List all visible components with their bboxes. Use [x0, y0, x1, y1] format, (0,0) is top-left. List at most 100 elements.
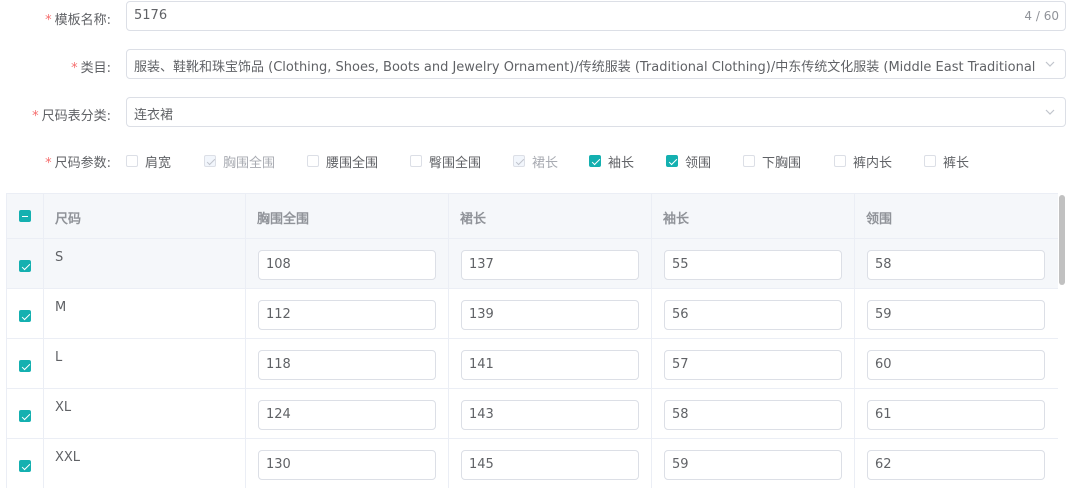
header-bust: 胸围全围	[246, 194, 449, 239]
checkbox[interactable]	[834, 155, 846, 167]
dress-length-input[interactable]: 139	[461, 300, 639, 330]
checkbox[interactable]	[743, 155, 755, 167]
checkbox[interactable]	[924, 155, 936, 167]
neck-input[interactable]: 58	[867, 250, 1045, 280]
neck-cell: 59	[855, 289, 1058, 339]
row-select-cell	[7, 389, 44, 439]
header-size: 尺码	[44, 194, 246, 239]
param-underbust[interactable]: 下胸围	[743, 151, 801, 171]
scrollbar-thumb[interactable]	[1059, 195, 1065, 285]
dress-length-cell: 145	[449, 439, 652, 488]
size-chart-type-label: * 尺码表分类:	[32, 109, 111, 124]
sleeve-length-input[interactable]: 59	[664, 450, 842, 480]
sleeve-length-input[interactable]: 56	[664, 300, 842, 330]
template-name-input[interactable]: 5176 4 / 60	[126, 1, 1066, 31]
dress-length-input[interactable]: 141	[461, 350, 639, 380]
checkbox[interactable]	[307, 155, 319, 167]
row-select-cell	[7, 289, 44, 339]
size-cell: XXL	[44, 439, 246, 488]
sleeve-length-input[interactable]: 58	[664, 400, 842, 430]
size-chart-type-row: * 尺码表分类: 连衣裙	[0, 97, 1071, 127]
bust-input[interactable]: 112	[258, 300, 436, 330]
bust-cell: 108	[246, 239, 449, 289]
dress-length-input[interactable]: 145	[461, 450, 639, 480]
row-checkbox[interactable]	[19, 410, 31, 422]
param-neck[interactable]: 领围	[666, 151, 711, 171]
neck-input[interactable]: 59	[867, 300, 1045, 330]
dress-length-cell: 141	[449, 339, 652, 389]
select-all-header	[7, 194, 44, 239]
table-row: XXL 130 145 59 62	[7, 439, 1058, 488]
neck-input[interactable]: 60	[867, 350, 1045, 380]
template-name-row: * 模板名称: 5176 4 / 60	[0, 1, 1071, 31]
param-inseam[interactable]: 裤内长	[834, 151, 892, 171]
bust-input[interactable]: 124	[258, 400, 436, 430]
row-checkbox[interactable]	[19, 310, 31, 322]
category-value: 服装、鞋靴和珠宝饰品 (Clothing, Shoes, Boots and J…	[134, 60, 1035, 75]
size-cell: S	[44, 239, 246, 289]
neck-input[interactable]: 61	[867, 400, 1045, 430]
checkbox	[204, 155, 216, 167]
row-select-cell	[7, 239, 44, 289]
category-row: * 类目: 服装、鞋靴和珠宝饰品 (Clothing, Shoes, Boots …	[0, 49, 1071, 79]
size-params-label: * 尺码参数:	[45, 156, 111, 171]
category-label: * 类目:	[71, 61, 111, 76]
table-header: 尺码 胸围全围 裙长 袖长 领围	[7, 194, 1058, 239]
param-dress-length: 裙长	[513, 151, 558, 171]
header-dress-length: 裙长	[449, 194, 652, 239]
dress-length-cell: 137	[449, 239, 652, 289]
row-select-cell	[7, 339, 44, 389]
dress-length-input[interactable]: 137	[461, 250, 639, 280]
bust-cell: 130	[246, 439, 449, 488]
sleeve-length-cell: 57	[652, 339, 855, 389]
table-row: XL 124 143 58 61	[7, 389, 1058, 439]
table-row: L 118 141 57 60	[7, 339, 1058, 389]
row-checkbox[interactable]	[19, 360, 31, 372]
char-count: 4 / 60	[1024, 9, 1059, 23]
table-row: M 112 139 56 59	[7, 289, 1058, 339]
checkbox[interactable]	[666, 155, 678, 167]
size-chart-type-value: 连衣裙	[134, 108, 174, 123]
chevron-down-icon	[1045, 109, 1055, 115]
sleeve-length-input[interactable]: 57	[664, 350, 842, 380]
row-checkbox[interactable]	[19, 260, 31, 272]
size-cell: M	[44, 289, 246, 339]
category-select[interactable]: 服装、鞋靴和珠宝饰品 (Clothing, Shoes, Boots and J…	[126, 49, 1066, 79]
param-sleeve-length[interactable]: 袖长	[589, 151, 634, 171]
bust-input[interactable]: 108	[258, 250, 436, 280]
param-bust: 胸围全围	[204, 151, 275, 171]
size-cell: XL	[44, 389, 246, 439]
sleeve-length-cell: 55	[652, 239, 855, 289]
dress-length-cell: 143	[449, 389, 652, 439]
param-pants-length[interactable]: 裤长	[924, 151, 969, 171]
neck-input[interactable]: 62	[867, 450, 1045, 480]
param-shoulder-width[interactable]: 肩宽	[126, 151, 171, 171]
select-all-checkbox[interactable]	[19, 210, 31, 222]
dress-length-input[interactable]: 143	[461, 400, 639, 430]
checkbox[interactable]	[126, 155, 138, 167]
sleeve-length-input[interactable]: 55	[664, 250, 842, 280]
checkbox[interactable]	[589, 155, 601, 167]
checkbox[interactable]	[410, 155, 422, 167]
neck-cell: 58	[855, 239, 1058, 289]
neck-cell: 61	[855, 389, 1058, 439]
row-checkbox[interactable]	[19, 460, 31, 472]
size-chart-type-select[interactable]: 连衣裙	[126, 97, 1066, 127]
table-scrollbar[interactable]	[1058, 193, 1067, 488]
size-cell: L	[44, 339, 246, 389]
header-neck: 领围	[866, 212, 893, 227]
header-sleeve-length: 袖长	[652, 194, 855, 239]
row-select-cell	[7, 439, 44, 488]
sleeve-length-cell: 58	[652, 389, 855, 439]
sleeve-length-cell: 56	[652, 289, 855, 339]
param-hip[interactable]: 臀围全围	[410, 151, 481, 171]
template-name-value: 5176	[134, 8, 168, 23]
bust-cell: 124	[246, 389, 449, 439]
neck-cell: 60	[855, 339, 1058, 389]
bust-input[interactable]: 130	[258, 450, 436, 480]
template-name-label: * 模板名称:	[45, 13, 111, 28]
param-waist[interactable]: 腰围全围	[307, 151, 378, 171]
bust-input[interactable]: 118	[258, 350, 436, 380]
chevron-down-icon	[1045, 61, 1055, 67]
size-table: 尺码 胸围全围 裙长 袖长 领围 S 108 137 55 58 M 112 1…	[6, 193, 1058, 488]
